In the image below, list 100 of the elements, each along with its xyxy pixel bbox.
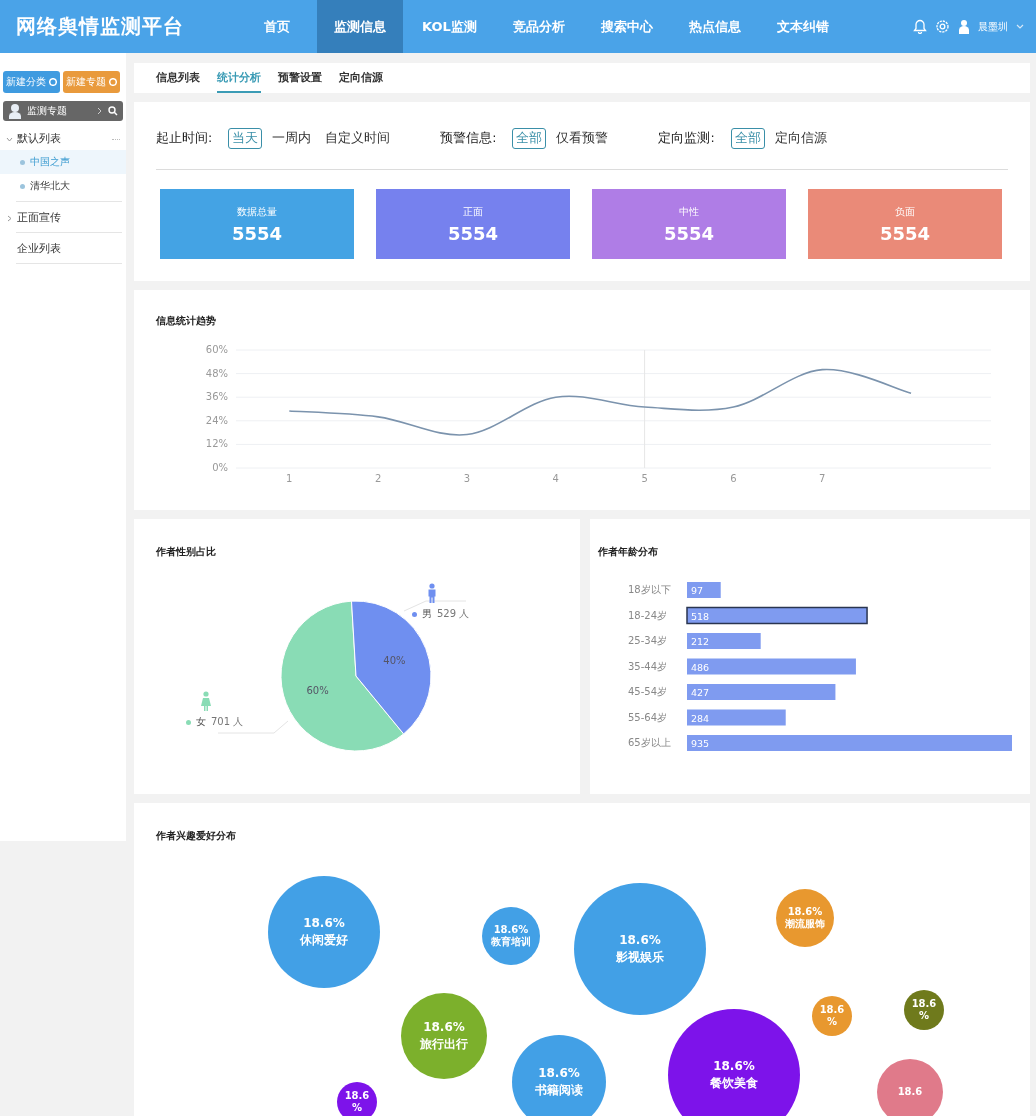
bubble-label: % [826, 1016, 838, 1028]
filter-option[interactable]: 当天 [228, 128, 263, 149]
tab[interactable]: 信息列表 [156, 70, 200, 93]
caret-icon[interactable] [1016, 23, 1024, 30]
stat-label: 正面 [463, 204, 483, 219]
nav-tab[interactable]: KOL监测 [405, 0, 494, 53]
legend-label: 女 [196, 715, 206, 729]
new-button[interactable]: 新建专题 [63, 71, 120, 93]
bubble-label: 18.6% [618, 932, 662, 949]
new-button[interactable]: 新建分类 [3, 71, 60, 93]
bar-value: 284 [691, 712, 710, 724]
category-label: 55-64岁 [628, 711, 668, 723]
tree-item[interactable]: 企业列表 [0, 236, 126, 260]
slice-label: 60% [306, 685, 329, 697]
bubble-label: 18.6% [786, 906, 824, 918]
bubble-label: 18.6% [422, 1019, 466, 1036]
bubble-label: 教育培训 [491, 936, 531, 948]
tab[interactable]: 统计分析 [217, 70, 261, 93]
legend-label: 男 [422, 607, 432, 621]
tree-item[interactable]: 清华北大 [0, 174, 126, 198]
bubble-label: 书籍阅读 [535, 1082, 583, 1099]
filter-option[interactable]: 自定义时间 [321, 128, 395, 149]
filter-option[interactable]: 仅看预警 [552, 128, 613, 149]
y-axis-label: 36% [205, 391, 228, 403]
bar-value: 486 [691, 661, 710, 673]
filter-option[interactable]: 全部 [512, 128, 547, 149]
bubble-label: 18.6% [537, 1065, 581, 1082]
bar-value: 518 [691, 610, 710, 622]
bar-value: 97 [691, 585, 704, 596]
category-label: 25-34岁 [628, 635, 668, 646]
search-icon[interactable] [108, 106, 118, 116]
x-axis-label: 7 [819, 473, 826, 484]
filter-label: 预警信息: [440, 130, 497, 147]
bar-value: 427 [691, 687, 710, 698]
category-label: 18岁以下 [628, 584, 671, 595]
bubble-label: 影视娱乐 [616, 949, 664, 966]
category-label: 18-24岁 [628, 609, 668, 621]
nav-tab[interactable]: 首页 [238, 0, 315, 53]
stat-label: 中性 [679, 204, 699, 219]
stat-label: 数据总量 [237, 204, 277, 219]
tree-item[interactable]: 中国之声 [0, 150, 126, 174]
category-label: 65岁以上 [628, 737, 671, 748]
avatar-icon [8, 103, 22, 119]
bubble-label: 餐饮美食 [710, 1075, 758, 1092]
slice-label: 40% [383, 654, 406, 666]
nav-tab[interactable]: 搜索中心 [583, 0, 670, 53]
x-axis-label: 5 [641, 473, 648, 484]
nav-tab[interactable]: 文本纠错 [759, 0, 846, 53]
bubble-label: % [351, 1102, 363, 1114]
bubble-label: 休闲爱好 [300, 932, 348, 949]
bubble-label: 18.6% [302, 915, 346, 932]
x-axis-label: 6 [730, 473, 737, 484]
filter-option[interactable]: 定向信源 [770, 128, 831, 149]
user-icon [958, 19, 970, 34]
bubble-label: 18.6% [492, 924, 530, 936]
bubble-label: 18.6 [344, 1090, 370, 1102]
panel-title: 监测专题 [27, 104, 68, 118]
tree-item[interactable]: 默认列表 [0, 126, 126, 150]
bubble-label: 潮流服饰 [785, 918, 825, 930]
nav-tab[interactable]: 竞品分析 [495, 0, 582, 53]
tab[interactable]: 预警设置 [278, 70, 322, 93]
chart-title: 信息统计趋势 [156, 314, 217, 328]
filter-label: 起止时间: [156, 130, 213, 147]
user-name[interactable]: 晨墨圳 [978, 19, 1008, 34]
bubble-label: % [918, 1010, 930, 1022]
filter-option[interactable]: 全部 [730, 128, 765, 149]
stat-value: 5554 [231, 222, 283, 244]
stat-value: 5554 [447, 222, 499, 244]
x-axis-label: 4 [552, 473, 559, 484]
bar-value: 935 [691, 738, 710, 749]
category-label: 45-54岁 [628, 686, 668, 697]
y-axis-label: 60% [205, 344, 228, 355]
nav-tab[interactable]: 监测信息 [317, 0, 403, 53]
chevron-icon[interactable] [97, 107, 103, 115]
stat-value: 5554 [663, 222, 715, 244]
legend-count: 701 人 [211, 715, 244, 729]
x-axis-label: 1 [286, 473, 293, 484]
category-label: 35-44岁 [628, 660, 668, 672]
x-axis-label: 3 [463, 473, 471, 484]
bell-icon[interactable] [913, 19, 927, 34]
chart-title: 作者兴趣爱好分布 [156, 829, 237, 843]
y-axis-label: 12% [205, 438, 228, 450]
legend-swatch [412, 611, 417, 617]
bubble-label: 18.6 [819, 1004, 845, 1016]
settings-icon[interactable] [935, 19, 950, 34]
bubble-label: 18.6% [712, 1058, 756, 1075]
filter-label: 定向监测: [658, 130, 715, 147]
tree-item[interactable]: 正面宣传 [0, 205, 126, 229]
legend-swatch [186, 719, 191, 725]
tab[interactable]: 定向信源 [339, 70, 383, 93]
stat-value: 5554 [879, 222, 931, 244]
stat-label: 负面 [895, 204, 915, 219]
nav-tab[interactable]: 热点信息 [671, 0, 758, 53]
app-title: 网络舆情监测平台 [15, 13, 185, 40]
chart-title: 作者年龄分布 [598, 545, 659, 559]
y-axis-label: 24% [205, 414, 228, 426]
bubble-label: 18.6 [897, 1086, 923, 1098]
filter-option[interactable]: 一周内 [268, 128, 316, 149]
bar-value: 212 [691, 636, 710, 647]
bubble-label: 旅行出行 [420, 1036, 468, 1053]
